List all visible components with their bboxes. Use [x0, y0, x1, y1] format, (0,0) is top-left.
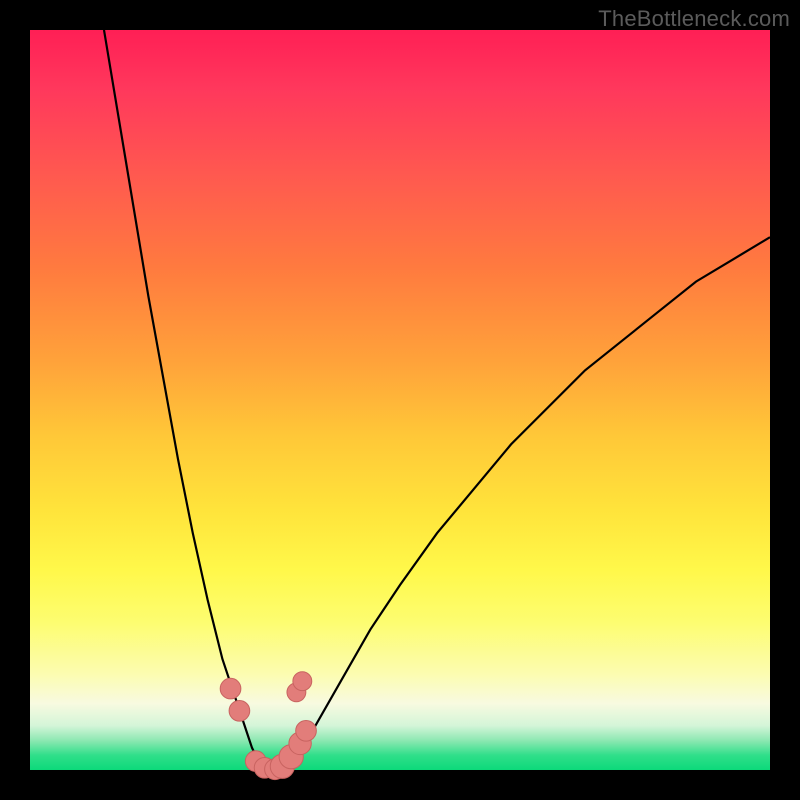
chart-frame: TheBottleneck.com	[0, 0, 800, 800]
plot-area	[30, 30, 770, 770]
watermark-text: TheBottleneck.com	[598, 6, 790, 32]
